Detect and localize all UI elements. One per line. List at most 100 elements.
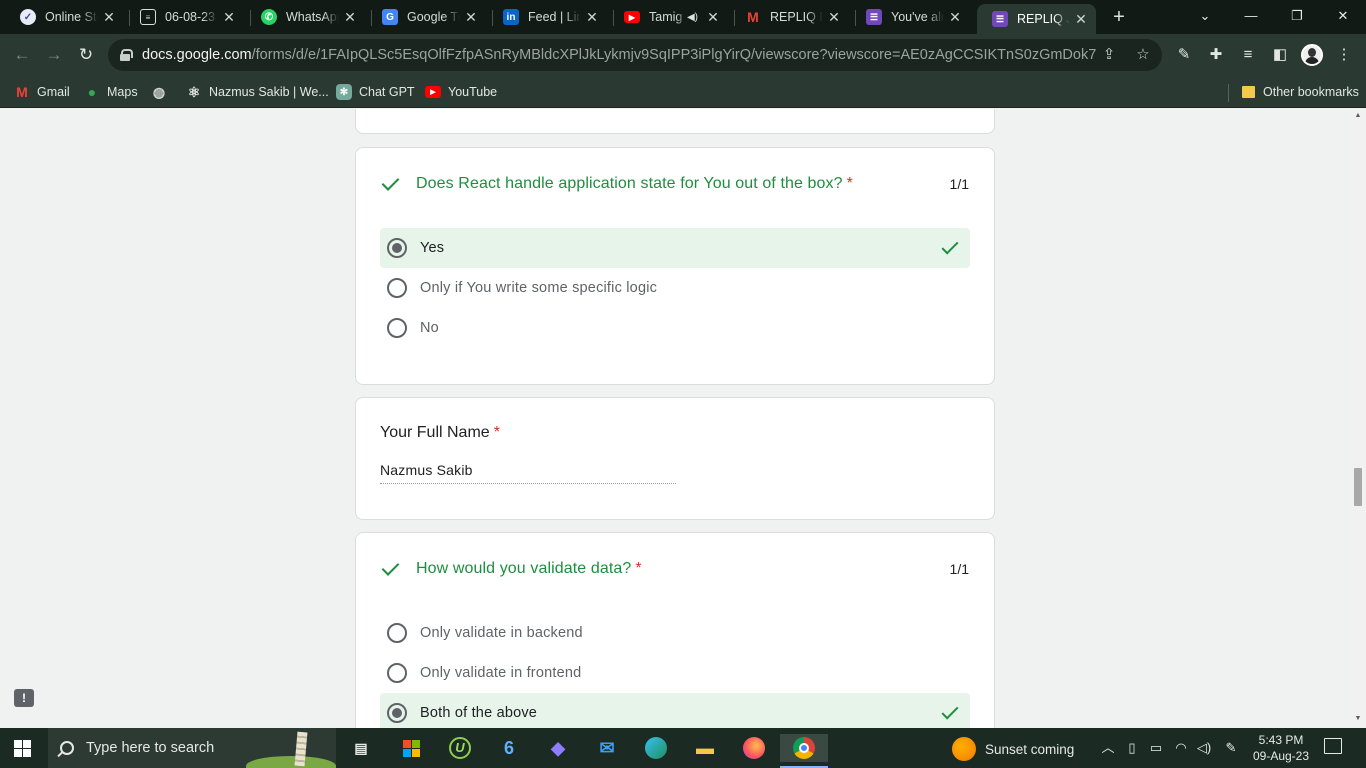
option-both[interactable]: Both of the above	[380, 693, 970, 728]
option-no[interactable]: No	[380, 308, 970, 348]
task-view-icon[interactable]: ▤	[346, 734, 376, 762]
pen-extension-icon[interactable]: ✎	[1174, 45, 1194, 65]
media-control-icon[interactable]: ≡	[1238, 45, 1258, 65]
close-icon[interactable]: ✕	[706, 9, 720, 26]
bookmark-youtube[interactable]: ▶ YouTube	[425, 82, 497, 102]
file-explorer-icon[interactable]: ▬	[690, 734, 720, 762]
address-bar[interactable]: docs.google.com/forms/d/e/1FAIpQLSc5EsqO…	[108, 39, 1162, 71]
bookmark-maps[interactable]: ● Maps	[84, 82, 138, 102]
bookmark-globe[interactable]: ◍	[151, 82, 174, 102]
close-icon[interactable]: ✕	[343, 9, 357, 26]
close-icon[interactable]: ✕	[464, 9, 478, 26]
bookmarks-divider	[1228, 84, 1229, 102]
bookmark-label: YouTube	[448, 85, 498, 99]
question-score: 1/1	[949, 561, 969, 577]
bookmark-label: Gmail	[37, 85, 70, 99]
option-yes[interactable]: Yes	[380, 228, 970, 268]
tab-linkedin[interactable]: in Feed | Link ✕	[488, 4, 607, 30]
firefox-icon[interactable]	[739, 734, 769, 762]
radio-unselected[interactable]	[387, 318, 407, 338]
bookmark-star-icon[interactable]: ☆	[1134, 46, 1152, 64]
previous-question-card	[355, 109, 995, 134]
taskbar-search-box[interactable]: Type here to search	[48, 728, 336, 768]
linkedin-icon: in	[503, 9, 519, 25]
bookmark-portfolio[interactable]: ⚛ Nazmus Sakib | We...	[186, 82, 329, 102]
hidden-icons-chevron-icon[interactable]: ︿	[1099, 738, 1117, 758]
bookmarks-bar: M Gmail ● Maps ◍ ⚛ Nazmus Sakib | We... …	[0, 76, 1366, 108]
tab-forms-already[interactable]: ☰ You've alre ✕	[851, 4, 970, 30]
bookmark-chatgpt[interactable]: ✻ Chat GPT	[336, 82, 415, 102]
bookmark-gmail[interactable]: M Gmail	[14, 82, 70, 102]
tab-youtube-playing[interactable]: ▶ Tamig ◀) ✕	[609, 4, 728, 30]
new-tab-button[interactable]: +	[1109, 6, 1129, 28]
microsoft-store-icon[interactable]	[396, 734, 426, 762]
tab-label: Tamig	[649, 10, 683, 24]
minimize-button[interactable]: —	[1228, 4, 1274, 28]
option-label: Both of the above	[420, 705, 538, 721]
reload-button[interactable]: ↻	[74, 43, 98, 67]
volume-icon[interactable]: ◁)	[1195, 738, 1213, 758]
edge-browser-icon[interactable]	[641, 734, 671, 762]
scrollbar-thumb[interactable]	[1354, 468, 1362, 506]
tab-online-store[interactable]: ✓ Online Store ✕	[5, 4, 124, 30]
weather-widget[interactable]: Sunset coming	[952, 737, 1074, 761]
tab-gmail[interactable]: M REPLIQ Re ✕	[730, 4, 849, 30]
tab-document[interactable]: ≡ 06-08-23 N ✕	[125, 4, 244, 30]
close-icon[interactable]: ✕	[948, 9, 962, 26]
visual-studio-icon[interactable]: ◆	[543, 734, 573, 762]
battery-icon[interactable]: ▭	[1147, 738, 1165, 758]
restore-button[interactable]: ❐	[1274, 4, 1320, 28]
close-icon[interactable]: ✕	[585, 9, 599, 26]
device-icon[interactable]: ▯	[1123, 738, 1141, 758]
radio-unselected[interactable]	[387, 623, 407, 643]
tab-whatsapp[interactable]: ✆ WhatsApp ✕	[246, 4, 365, 30]
close-icon[interactable]: ✕	[827, 9, 841, 26]
other-bookmarks[interactable]: Other bookmarks	[1240, 82, 1359, 102]
extensions-puzzle-icon[interactable]: ✚	[1206, 45, 1226, 65]
option-specific-logic[interactable]: Only if You write some specific logic	[380, 268, 970, 308]
close-icon[interactable]: ✕	[222, 9, 236, 26]
windows-start-icon[interactable]	[14, 740, 31, 757]
report-feedback-icon[interactable]: !	[14, 689, 34, 707]
lock-icon[interactable]	[120, 49, 133, 61]
notifications-icon[interactable]	[1324, 738, 1342, 754]
profile-avatar[interactable]	[1301, 44, 1323, 66]
mail-icon[interactable]: ✉	[592, 734, 622, 762]
required-asterisk: *	[635, 560, 642, 577]
radio-unselected[interactable]	[387, 663, 407, 683]
option-frontend[interactable]: Only validate in frontend	[380, 653, 970, 693]
upwork-app-icon[interactable]: U	[445, 734, 475, 762]
speaker-icon[interactable]: ◀)	[687, 12, 698, 23]
radio-unselected[interactable]	[387, 278, 407, 298]
close-window-button[interactable]: ✕	[1320, 4, 1366, 28]
back-button[interactable]: ←	[10, 43, 34, 67]
page-scrollbar[interactable]: ▲ ▼	[1350, 109, 1366, 728]
share-icon[interactable]: ⇪	[1100, 46, 1118, 64]
react-icon: ⚛	[187, 83, 201, 100]
system-clock[interactable]: 5:43 PM 09-Aug-23	[1246, 732, 1316, 764]
app-six-icon[interactable]: 6	[494, 734, 524, 762]
forward-button[interactable]: →	[42, 43, 66, 67]
question-title: How would you validate data? *	[416, 560, 642, 577]
url-text[interactable]: docs.google.com/forms/d/e/1FAIpQLSc5EsqO…	[142, 47, 1097, 63]
radio-selected[interactable]	[387, 238, 407, 258]
pen-workspace-icon[interactable]: ✎	[1222, 738, 1240, 758]
scroll-up-icon[interactable]: ▲	[1353, 112, 1363, 119]
chrome-icon[interactable]	[780, 734, 828, 768]
option-backend[interactable]: Only validate in backend	[380, 613, 970, 653]
radio-selected[interactable]	[387, 703, 407, 723]
close-icon[interactable]: ✕	[1074, 11, 1088, 28]
side-panel-icon[interactable]: ◧	[1270, 45, 1290, 65]
close-icon[interactable]: ✕	[102, 9, 116, 26]
option-label: Yes	[420, 240, 445, 256]
scroll-down-icon[interactable]: ▼	[1353, 715, 1363, 722]
wifi-icon[interactable]: ◠	[1172, 738, 1190, 758]
option-label: Only validate in backend	[420, 625, 583, 641]
bookmark-label: Nazmus Sakib | We...	[209, 85, 329, 99]
tab-search-chevron-icon[interactable]: ⌄	[1182, 4, 1228, 28]
tab-forms-active[interactable]: ☰ REPLIQ Jr F ✕	[977, 4, 1096, 34]
tab-google-translate[interactable]: G Google Tra ✕	[367, 4, 486, 30]
search-highlight-hill	[246, 756, 336, 768]
sunset-icon	[952, 737, 976, 761]
more-menu-icon[interactable]: ⋮	[1334, 45, 1354, 65]
